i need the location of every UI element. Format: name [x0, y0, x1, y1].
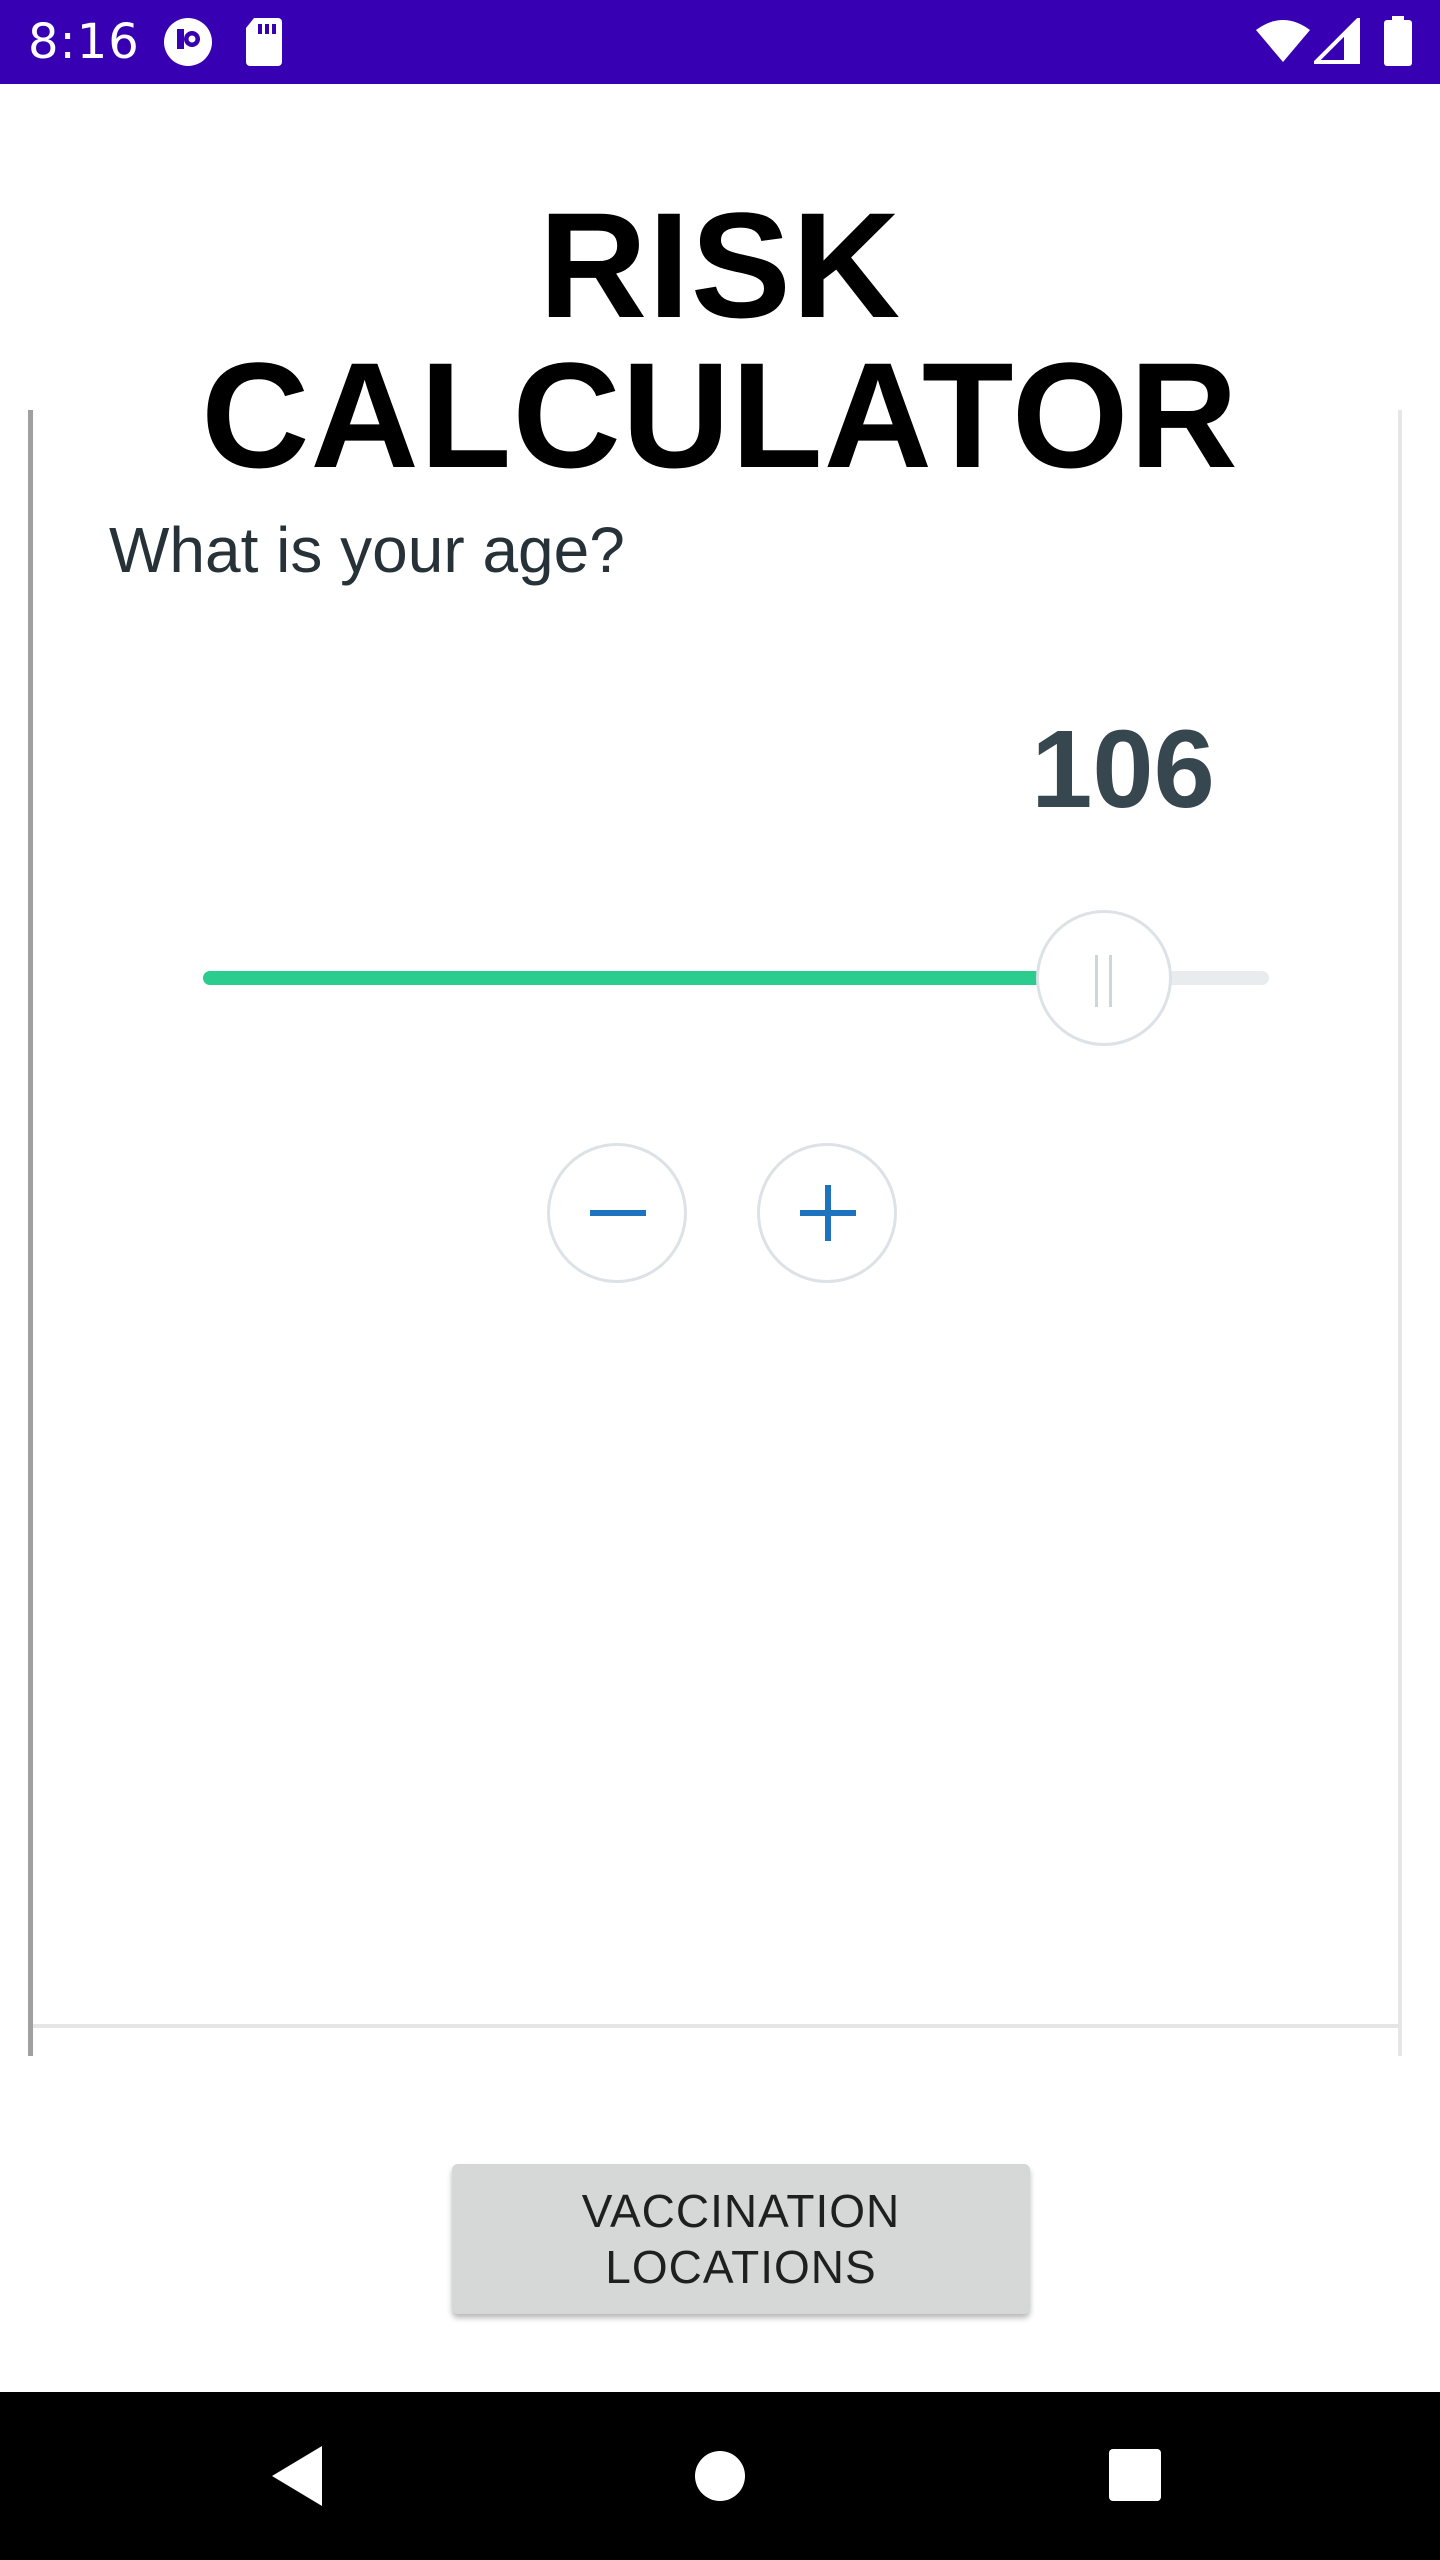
age-value: 106 — [1031, 708, 1215, 831]
question-card: What is your age? 106 — [28, 410, 1402, 2056]
decrement-button[interactable] — [547, 1143, 687, 1283]
recents-square-icon — [1109, 2449, 1161, 2501]
thumb-grip-line — [1094, 955, 1098, 1007]
card-divider — [33, 2024, 1398, 2028]
back-triangle-icon — [272, 2446, 322, 2506]
navigation-bar — [0, 2392, 1440, 2560]
back-button[interactable] — [268, 2392, 328, 2560]
vaccination-locations-label: VACCINATION LOCATIONS — [581, 2185, 901, 2293]
wifi-icon — [1254, 18, 1312, 64]
thumb-grip-line — [1108, 955, 1112, 1007]
screen: 8:16 RISK CALCULATOR What is your age? 1… — [0, 0, 1440, 2560]
recents-button[interactable] — [1108, 2392, 1162, 2560]
plus-icon — [800, 1185, 856, 1241]
age-slider[interactable] — [179, 910, 1293, 1050]
battery-icon — [1384, 16, 1412, 66]
home-button[interactable] — [694, 2392, 746, 2560]
slider-fill — [203, 971, 1104, 985]
increment-button[interactable] — [757, 1143, 897, 1283]
status-time: 8:16 — [28, 14, 140, 70]
home-circle-icon — [695, 2451, 745, 2501]
app-notification-icon — [162, 16, 214, 68]
cell-signal-icon — [1314, 18, 1360, 64]
status-bar: 8:16 — [0, 0, 1440, 84]
slider-thumb[interactable] — [1035, 910, 1172, 1046]
minus-icon — [590, 1210, 646, 1216]
vaccination-locations-button[interactable]: VACCINATION LOCATIONS — [452, 2164, 1030, 2314]
sd-card-icon — [244, 16, 284, 68]
question-label: What is your age? — [109, 514, 625, 586]
